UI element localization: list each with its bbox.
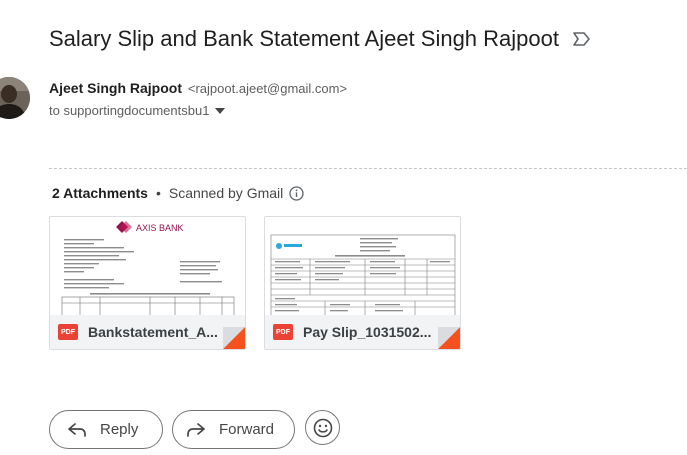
scanned-label: Scanned by Gmail xyxy=(168,185,284,201)
forward-label: Forward xyxy=(219,421,275,438)
email-subject: Salary Slip and Bank Statement Ajeet Sin… xyxy=(49,26,591,52)
attachments-count: 2 Attachments xyxy=(52,185,148,201)
recipient-text: to supportingdocumentsbu1 xyxy=(49,103,210,118)
attachment-footer: PDF Bankstatement_A... xyxy=(50,315,245,349)
page-corner-icon xyxy=(438,327,460,349)
attachment-filename: Bankstatement_A... xyxy=(88,324,218,340)
reply-icon xyxy=(68,422,86,437)
emoji-reaction-button[interactable] xyxy=(305,410,340,445)
attachments-header: 2 Attachments • Scanned by Gmail xyxy=(52,185,304,201)
attachment-card-payslip[interactable]: PDF Pay Slip_1031502... xyxy=(264,216,461,350)
sender-line: Ajeet Singh Rajpoot <rajpoot.ajeet@gmail… xyxy=(49,80,347,96)
bank-logo-text: AXIS BANK xyxy=(136,223,184,233)
page-corner-icon xyxy=(223,327,245,349)
attachment-footer: PDF Pay Slip_1031502... xyxy=(265,315,460,349)
subject-text: Salary Slip and Bank Statement Ajeet Sin… xyxy=(49,26,559,51)
recipient-line: to supportingdocumentsbu1 xyxy=(49,103,226,118)
pdf-icon: PDF xyxy=(58,324,78,340)
attachment-card-bankstatement[interactable]: AXIS BANK PDF Bankstatement_A... xyxy=(49,216,246,350)
forward-icon xyxy=(187,422,205,437)
caret-down-icon[interactable] xyxy=(215,107,226,114)
divider xyxy=(49,168,687,169)
reply-button[interactable]: Reply xyxy=(49,410,163,449)
sender-avatar[interactable] xyxy=(0,77,30,119)
pdf-icon: PDF xyxy=(273,324,293,340)
info-icon[interactable] xyxy=(289,185,304,201)
forward-button[interactable]: Forward xyxy=(172,410,295,449)
emoji-icon xyxy=(313,418,332,437)
reply-label: Reply xyxy=(100,421,139,438)
label-icon[interactable] xyxy=(573,32,591,46)
sender-email: <rajpoot.ajeet@gmail.com> xyxy=(187,81,348,96)
attachment-filename: Pay Slip_1031502... xyxy=(303,324,432,340)
sender-name[interactable]: Ajeet Singh Rajpoot xyxy=(49,80,182,96)
separator-dot: • xyxy=(155,185,161,201)
